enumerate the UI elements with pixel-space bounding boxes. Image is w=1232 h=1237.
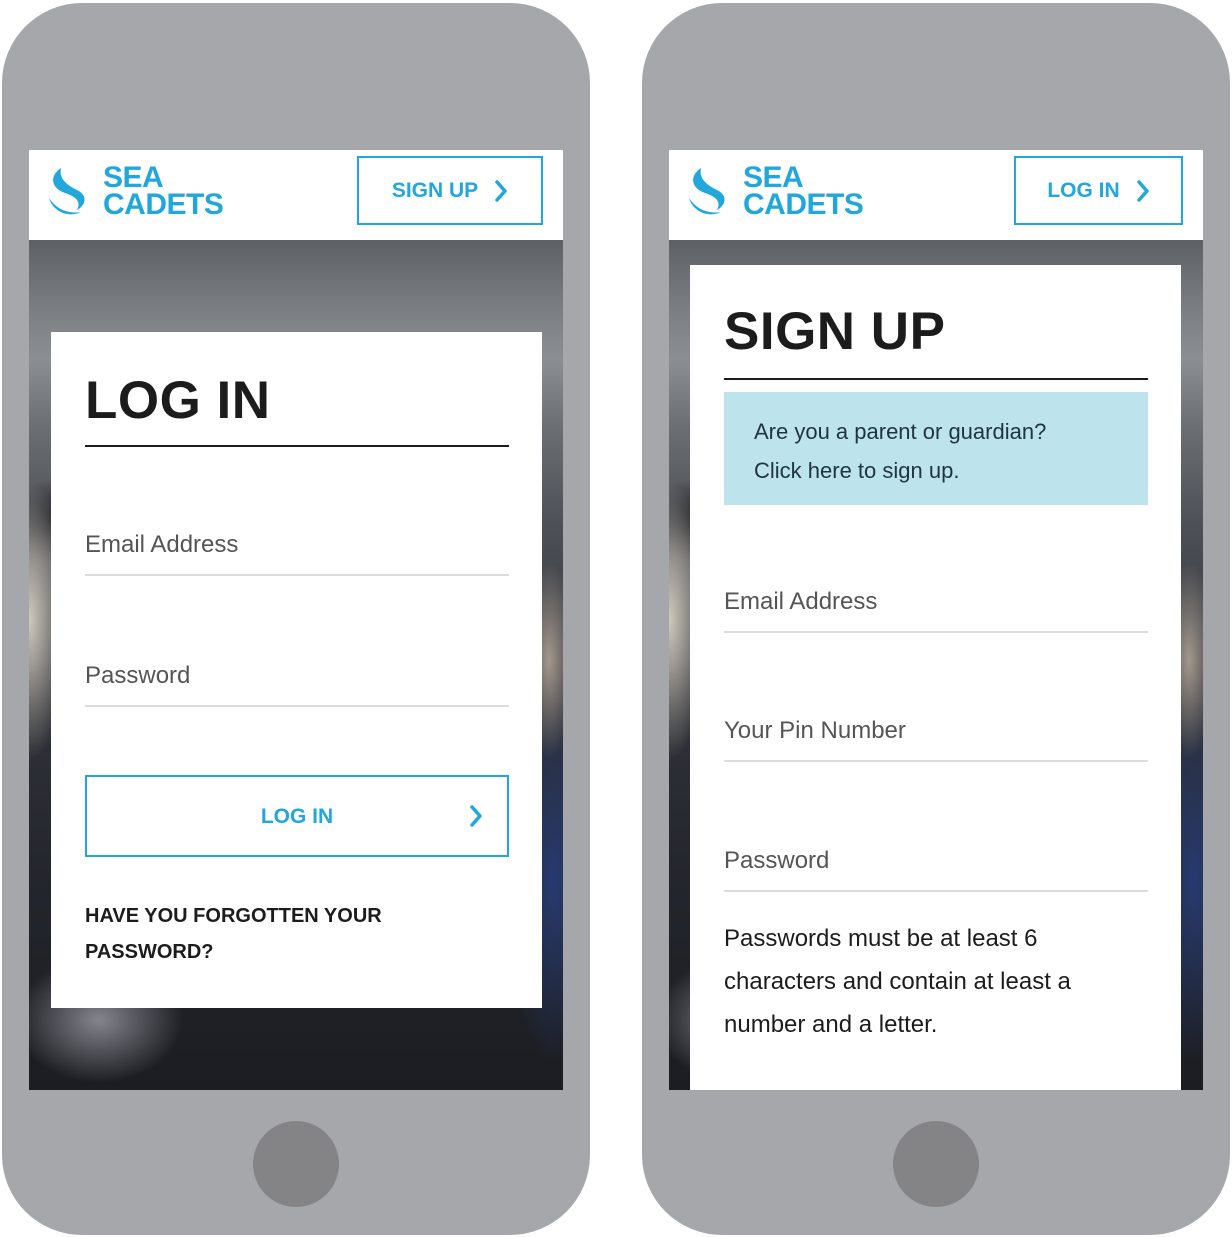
chevron-right-icon	[495, 179, 507, 202]
sign-up-header-label: SIGN UP	[391, 178, 479, 202]
parent-guardian-signup-link[interactable]: Are you a parent or guardian? Click here…	[724, 392, 1148, 505]
page-title: LOG IN	[85, 371, 271, 430]
home-button[interactable]	[253, 1121, 339, 1207]
login-screen: SEA CADETS SIGN UP LOG IN LOG IN	[29, 150, 563, 1090]
sea-cadets-logo[interactable]: SEA CADETS	[47, 161, 237, 221]
hint-line-2: characters and contain at least a	[724, 968, 1071, 995]
hint-line-3: number and a letter.	[724, 1011, 938, 1038]
forgot-password-link[interactable]: HAVE YOU FORGOTTEN YOUR PASSWORD?	[85, 898, 382, 970]
password-field[interactable]	[724, 832, 1148, 892]
parent-line-1: Are you a parent or guardian?	[754, 419, 1047, 444]
title-divider	[85, 445, 509, 447]
log-in-button-label: LOG IN	[260, 805, 334, 828]
home-button[interactable]	[893, 1121, 979, 1207]
hint-line-1: Passwords must be at least 6	[724, 925, 1038, 952]
email-field[interactable]	[85, 516, 509, 576]
sea-cadets-logo[interactable]: SEA CADETS	[687, 161, 877, 221]
log-in-header-label: LOG IN	[1047, 178, 1120, 202]
parent-line-2: Click here to sign up.	[754, 458, 960, 483]
sign-up-header-button[interactable]: SIGN UP	[357, 156, 543, 225]
forgot-line-1: HAVE YOU FORGOTTEN YOUR	[85, 905, 382, 927]
login-card: LOG IN LOG IN HAVE YOU FORGOTTEN YOUR PA…	[51, 332, 542, 1008]
wave-logo-icon	[689, 168, 725, 215]
page-title: SIGN UP	[724, 302, 946, 361]
logo-line-sea: SEA	[103, 161, 164, 194]
top-bar: SEA CADETS SIGN UP	[29, 150, 563, 240]
phone-frame-signup: SEA CADETS LOG IN SIGN UP Are you a pare…	[642, 3, 1230, 1235]
logo-line-sea: SEA	[743, 161, 804, 194]
forgot-line-2: PASSWORD?	[85, 941, 214, 963]
log-in-header-button[interactable]: LOG IN	[1014, 156, 1183, 225]
password-requirements-hint: Passwords must be at least 6 characters …	[724, 917, 1148, 1046]
email-input[interactable]	[724, 573, 1148, 631]
top-bar: SEA CADETS LOG IN	[669, 150, 1203, 240]
pin-number-field[interactable]	[724, 702, 1148, 762]
logo-wordmark: SEA CADETS	[743, 161, 864, 221]
signup-screen: SEA CADETS LOG IN SIGN UP Are you a pare…	[669, 150, 1203, 1090]
logo-wordmark: SEA CADETS	[103, 161, 224, 221]
logo-line-cadets: CADETS	[103, 188, 224, 221]
password-input[interactable]	[724, 832, 1148, 890]
title-divider	[724, 378, 1148, 380]
wave-logo-icon	[49, 168, 85, 215]
email-field[interactable]	[724, 573, 1148, 633]
chevron-right-icon	[1136, 179, 1149, 202]
pin-number-input[interactable]	[724, 702, 1148, 760]
email-input[interactable]	[85, 516, 509, 574]
log-in-button[interactable]: LOG IN	[85, 775, 509, 857]
phone-frame-login: SEA CADETS SIGN UP LOG IN LOG IN	[2, 3, 590, 1235]
logo-line-cadets: CADETS	[743, 188, 864, 221]
password-field[interactable]	[85, 647, 509, 707]
chevron-right-icon	[470, 805, 482, 827]
password-input[interactable]	[85, 647, 509, 705]
signup-card: SIGN UP Are you a parent or guardian? Cl…	[690, 265, 1181, 1090]
